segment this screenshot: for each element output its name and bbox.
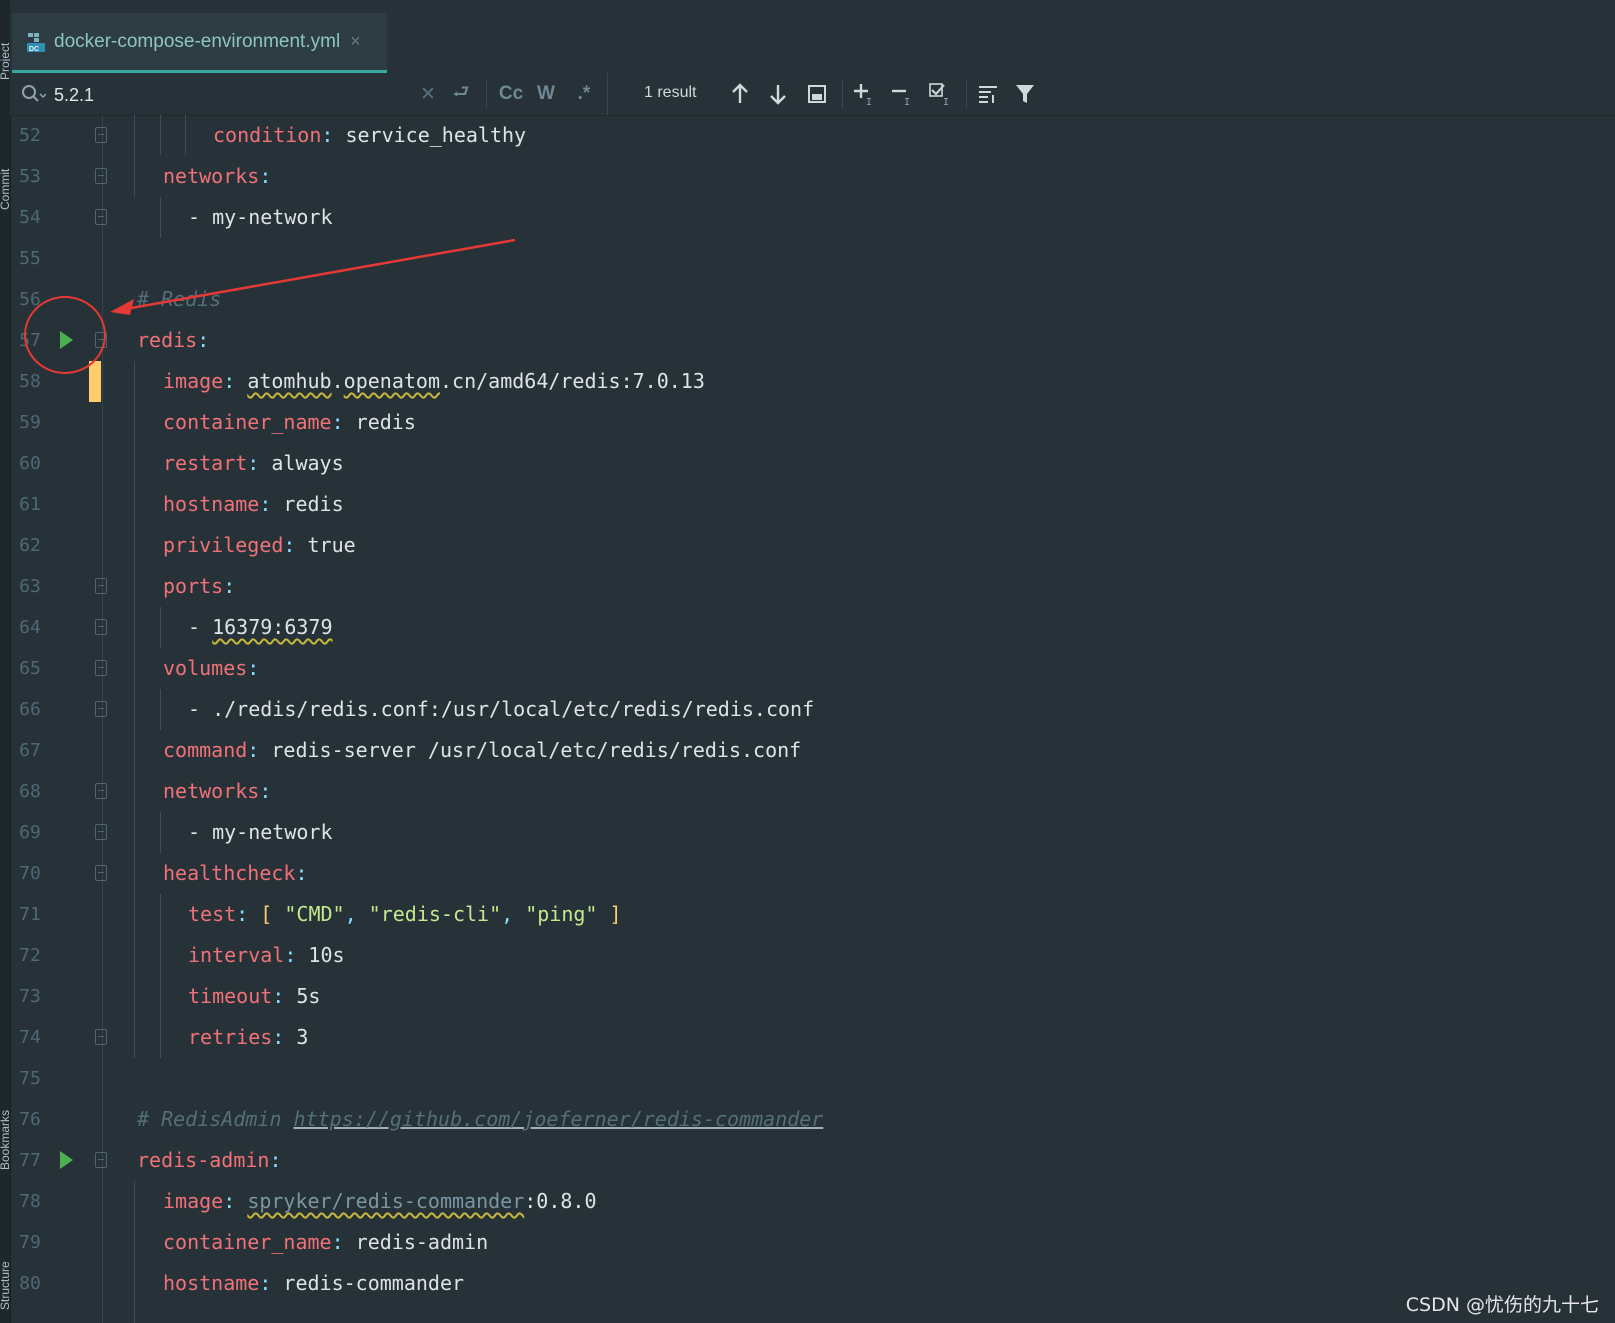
select-all-occurrences-icon[interactable]: I <box>928 81 956 107</box>
remove-occurrence-icon[interactable]: I <box>890 81 918 107</box>
search-icon[interactable] <box>20 83 46 105</box>
previous-occurrence-icon[interactable] <box>730 82 750 106</box>
add-occurrence-icon[interactable]: I <box>852 81 880 107</box>
editor-tab[interactable]: DC docker-compose-environment.yml × <box>12 13 387 73</box>
svg-text:I: I <box>866 97 872 107</box>
search-field: ✕ ⮐ Cc W .* <box>10 73 607 115</box>
filter-search-results-icon[interactable] <box>976 82 1000 106</box>
search-result-count: 1 result <box>644 84 697 101</box>
docker-compose-file-icon: DC <box>26 31 46 53</box>
words-button[interactable]: W <box>534 81 558 107</box>
regex-button[interactable]: .* <box>572 81 596 107</box>
new-line-icon[interactable]: ⮐ <box>448 81 474 107</box>
watermark: CSDN @忧伤的九十七 <box>1405 1294 1599 1316</box>
svg-text:I: I <box>904 97 910 107</box>
next-occurrence-icon[interactable] <box>768 82 788 106</box>
svg-text:DC: DC <box>29 46 39 53</box>
filter-icon[interactable] <box>1014 82 1036 106</box>
close-icon[interactable]: × <box>350 31 361 52</box>
separator <box>486 79 487 109</box>
tab-title: docker-compose-environment.yml <box>54 30 341 52</box>
ide-window: Project Commit Bookmarks Structure DC do… <box>0 0 1615 1323</box>
editor-tab-bar: DC docker-compose-environment.yml × <box>10 0 1615 74</box>
separator <box>966 79 967 109</box>
separator <box>842 79 843 109</box>
separator <box>607 73 608 115</box>
clear-search-icon[interactable]: ✕ <box>418 81 438 107</box>
search-input[interactable] <box>52 77 416 113</box>
code-editor[interactable]: 52 condition: service_healthy 53 network… <box>10 115 1615 1323</box>
svg-text:I: I <box>943 97 949 107</box>
match-case-button[interactable]: Cc <box>496 81 526 107</box>
open-in-window-icon[interactable] <box>806 83 828 105</box>
annotation-arrow <box>110 238 516 315</box>
find-bar: ✕ ⮐ Cc W .* 1 result I I <box>10 73 1615 116</box>
